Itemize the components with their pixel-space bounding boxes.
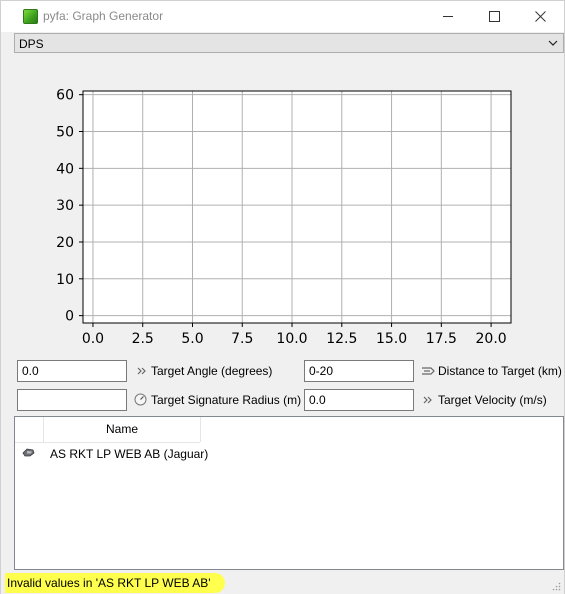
x-tick-label: 17.5 bbox=[426, 331, 457, 347]
status-bar: Invalid values in 'AS RKT LP WEB AB' bbox=[1, 573, 564, 594]
target-angle-label: Target Angle (degrees) bbox=[151, 364, 273, 378]
close-icon bbox=[534, 11, 546, 22]
fit-name: AS RKT LP WEB AB (Jaguar) bbox=[50, 447, 209, 461]
dps-chart: 0.0 2.5 5.0 7.5 10.0 12.5 15.0 17.5 20.0 0 10 20 30 4… bbox=[14, 55, 564, 355]
close-button[interactable] bbox=[517, 1, 563, 32]
signature-radius-icon bbox=[134, 393, 147, 406]
distance-icon bbox=[422, 367, 435, 375]
distance-input[interactable] bbox=[304, 360, 414, 382]
list-header: Name bbox=[15, 417, 201, 443]
window-title: pyfa: Graph Generator bbox=[43, 9, 164, 23]
y-tick-label: 30 bbox=[56, 198, 74, 214]
minimize-icon bbox=[443, 16, 453, 17]
status-message: Invalid values in 'AS RKT LP WEB AB' bbox=[5, 573, 225, 593]
y-tick-label: 0 bbox=[65, 309, 74, 325]
y-tick-label: 50 bbox=[56, 125, 74, 141]
plot-area bbox=[83, 91, 511, 323]
maximize-icon bbox=[488, 11, 500, 22]
chart-canvas: 0.0 2.5 5.0 7.5 10.0 12.5 15.0 17.5 20.0 0 10 20 30 4… bbox=[56, 88, 512, 347]
x-tick-label: 20.0 bbox=[476, 331, 507, 347]
y-tick-label: 40 bbox=[56, 161, 74, 177]
signature-radius-label: Target Signature Radius (m) bbox=[151, 393, 302, 407]
angle-arrows-icon bbox=[137, 367, 146, 375]
x-tick-label: 5.0 bbox=[181, 331, 203, 347]
velocity-input[interactable] bbox=[304, 389, 414, 411]
x-tick-label: 7.5 bbox=[231, 331, 253, 347]
icon-column-header[interactable] bbox=[15, 417, 44, 442]
list-item[interactable]: AS RKT LP WEB AB (Jaguar) bbox=[15, 444, 563, 463]
maximize-button[interactable] bbox=[471, 1, 517, 32]
y-tick-label: 10 bbox=[56, 272, 74, 288]
x-tick-label: 15.0 bbox=[376, 331, 407, 347]
graph-type-select[interactable]: DPS bbox=[14, 33, 564, 53]
ship-icon bbox=[22, 448, 35, 457]
title-bar[interactable]: pyfa: Graph Generator bbox=[1, 1, 564, 32]
name-column-header[interactable]: Name bbox=[44, 417, 201, 442]
velocity-arrows-icon bbox=[423, 396, 432, 404]
signature-radius-input[interactable] bbox=[17, 389, 127, 411]
minimize-button[interactable] bbox=[425, 1, 471, 32]
x-tick-label: 10.0 bbox=[276, 331, 307, 347]
graph-type-value: DPS bbox=[19, 37, 44, 51]
graph-generator-window: pyfa: Graph Generator DPS 0.0 2.5 5.0 7.5 10… bbox=[0, 0, 565, 594]
y-tick-label: 20 bbox=[56, 235, 74, 251]
y-tick-label: 60 bbox=[56, 88, 74, 104]
x-tick-label: 0.0 bbox=[82, 331, 104, 347]
pyfa-app-icon bbox=[23, 9, 38, 24]
distance-label: Distance to Target (km) bbox=[438, 364, 562, 378]
x-tick-label: 2.5 bbox=[132, 331, 154, 347]
x-tick-label: 12.5 bbox=[326, 331, 357, 347]
target-angle-input[interactable] bbox=[17, 360, 127, 382]
velocity-label: Target Velocity (m/s) bbox=[438, 393, 547, 407]
fit-list[interactable]: Name AS RKT LP WEB AB (Jaguar) bbox=[14, 416, 564, 570]
chevron-down-icon bbox=[548, 40, 558, 46]
resize-grip-icon[interactable] bbox=[551, 581, 561, 591]
